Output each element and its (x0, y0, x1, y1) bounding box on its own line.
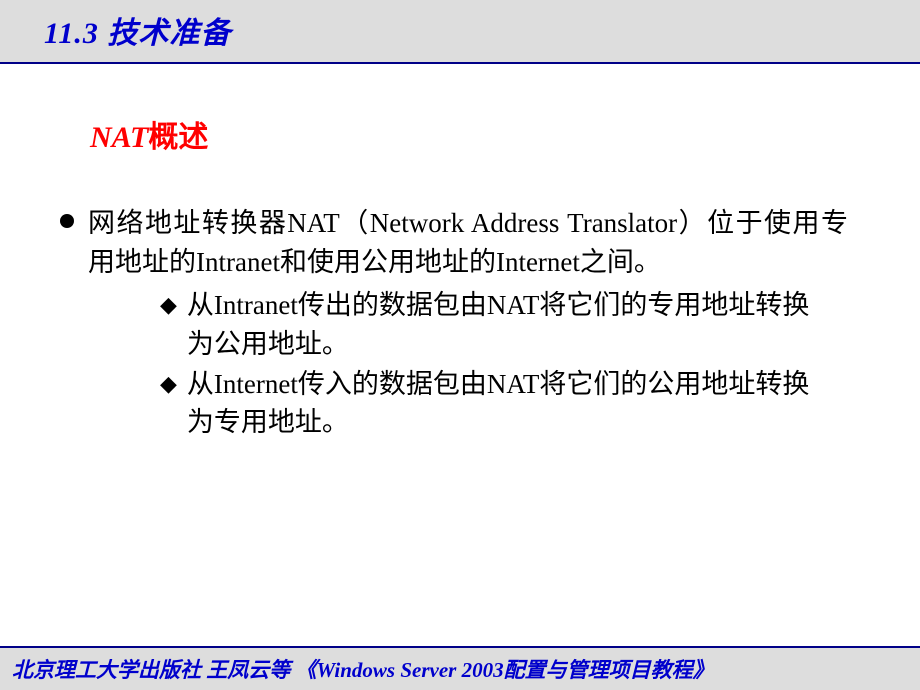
sub-bullet-text: 从Intranet传出的数据包由NAT将它们的专用地址转换为公用地址。 (187, 286, 827, 363)
sub-bullet-row: ◆ 从Internet传入的数据包由NAT将它们的公用地址转换为专用地址。 (160, 365, 860, 442)
sub-bullet-row: ◆ 从Intranet传出的数据包由NAT将它们的专用地址转换为公用地址。 (160, 286, 860, 363)
subtitle-nat: NAT (90, 121, 148, 154)
header-title: 11.3 技术准备 (44, 8, 920, 52)
slide-content: NAT概述 网络地址转换器NAT（Network Address Transla… (0, 62, 920, 648)
slide-header: 11.3 技术准备 (0, 0, 920, 62)
slide-footer: 北京理工大学出版社 王凤云等 《Windows Server 2003配置与管理… (0, 648, 920, 690)
subtitle-rest: 概述 (148, 121, 208, 154)
bullet-disc-icon (60, 214, 74, 228)
diamond-icon: ◆ (160, 371, 177, 397)
sub-bullet-text: 从Internet传入的数据包由NAT将它们的公用地址转换为专用地址。 (187, 365, 827, 442)
sub-bullet-list: ◆ 从Intranet传出的数据包由NAT将它们的专用地址转换为公用地址。 ◆ … (160, 286, 860, 441)
slide-container: 11.3 技术准备 NAT概述 网络地址转换器NAT（Network Addre… (0, 0, 920, 690)
main-bullet-text: 网络地址转换器NAT（Network Address Translator）位于… (88, 204, 848, 282)
diamond-icon: ◆ (160, 292, 177, 318)
main-bullet-row: 网络地址转换器NAT（Network Address Translator）位于… (60, 204, 860, 282)
footer-text: 北京理工大学出版社 王凤云等 《Windows Server 2003配置与管理… (12, 658, 714, 682)
subtitle: NAT概述 (90, 112, 860, 156)
